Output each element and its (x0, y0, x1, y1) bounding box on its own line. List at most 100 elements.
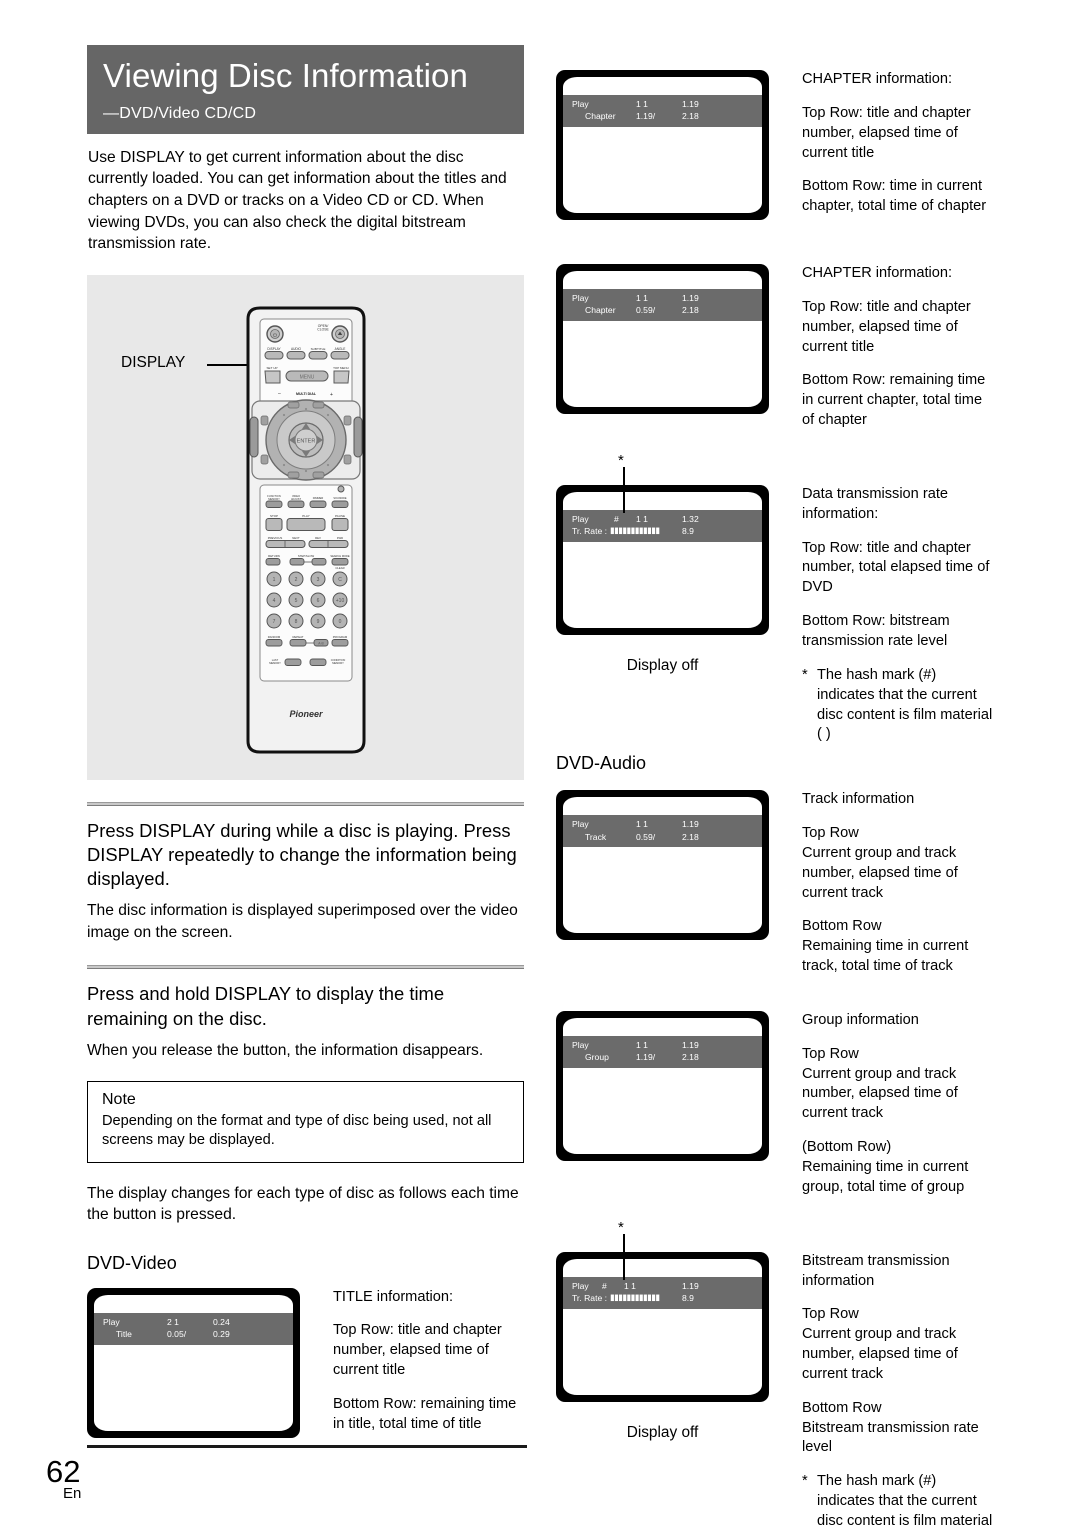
tv-screen-inner: Play 1 1 1.19 Chapter 1.19/ 2.18 (563, 77, 762, 213)
svg-text:MULTI DIAL: MULTI DIAL (296, 392, 317, 396)
follows-paragraph: The display changes for each type of dis… (87, 1184, 519, 1224)
svg-text:DIMMER: DIMMER (313, 496, 324, 500)
svg-text:SEARCH MODE: SEARCH MODE (330, 554, 350, 558)
footnote-asterisk: * (802, 1473, 808, 1490)
right-column: Play 1 1 1.19 Chapter 1.19/ 2.18 CHAPTER… (556, 70, 996, 1526)
osd-overlay: Play 1 1 1.19 Chapter 0.59/ 2.18 (563, 289, 762, 321)
svg-text:8: 8 (295, 619, 298, 625)
osd-time: 1.19 (682, 293, 699, 303)
osd-row-label: Tr. Rate : (572, 526, 608, 537)
caption-line: Bottom Row: remaining time in title, tot… (333, 1396, 517, 1432)
note-text: Depending on the format and type of disc… (102, 1112, 492, 1149)
display-callout-label: DISPLAY (121, 353, 186, 371)
osd-row-value1: 0.59/ (636, 831, 656, 842)
right-screen-row-0: Play 1 1 1.19 Chapter 1.19/ 2.18 CHAPTER… (556, 70, 996, 220)
caption-line: Top Row: title and chapter number, total… (802, 539, 990, 596)
osd-top-row: Play 1 1 1.19 (563, 1039, 762, 1051)
tv-screen: Play 1 1 1.19 Chapter 1.19/ 2.18 (556, 70, 769, 220)
caption-line: TITLE information: (333, 1288, 454, 1305)
osd-numbers: 1 1 (636, 819, 648, 830)
svg-text:RETURN: RETURN (268, 554, 280, 558)
bitrate-bar-meter: ▮▮▮▮▮▮▮▮▮▮▮▮ (610, 1293, 660, 1304)
page-title-band: Viewing Disc Information —DVD/Video CD/C… (87, 45, 524, 134)
svg-text:+10: +10 (336, 598, 345, 604)
screen-caption: Group information Top Row Current group … (769, 1011, 996, 1198)
caption-line: Top Row: title and chapter number, elaps… (802, 104, 971, 161)
screen-caption: Bitstream transmission information Top R… (769, 1222, 996, 1526)
osd-row-value1: 0.59/ (636, 305, 656, 316)
page-title: Viewing Disc Information (103, 57, 468, 94)
caption-line: Bottom Row Remaining time in current tra… (802, 918, 969, 975)
osd-hash-mark: # (602, 1280, 607, 1291)
svg-text:MENU: MENU (300, 374, 315, 380)
osd-overlay: Play 1 1 1.19 Group 1.19/ 2.18 (563, 1035, 762, 1068)
osd-bottom-row: Track 0.59/ 2.18 (563, 831, 762, 843)
dvd-audio-screen-row-2: * Play # 1 1 1.19 Tr. Rate: ▮▮▮▮▮▮▮▮▮▮▮… (556, 1218, 996, 1526)
caption-line: Track information (802, 791, 915, 808)
svg-text:5: 5 (295, 598, 298, 604)
remote-illustration: ⏻ OPEN/ CLOSE DISPLAY AUDIO SUBTITLE ANG… (246, 306, 366, 754)
osd-row-value2: 2.18 (682, 831, 699, 842)
footer-rule (87, 1445, 527, 1448)
osd-numbers: 1 1 (624, 1280, 636, 1291)
svg-text:4: 4 (273, 598, 276, 604)
section-divider-2 (87, 965, 524, 970)
caption-line: Bottom Row Bitstream transmission rate l… (802, 1399, 979, 1456)
asterisk-leader-line (623, 466, 625, 513)
osd-mode: Play (572, 819, 589, 830)
caption-line: Top Row Current group and track number, … (802, 1306, 958, 1382)
osd-mode: Play (572, 513, 589, 524)
svg-text:FWD: FWD (337, 536, 343, 540)
svg-text:PREVIOUS: PREVIOUS (268, 536, 283, 540)
remote-control-figure: DISPLAY ⏻ OPEN/ CLOSE DISPLAY AUDIO SUBT… (87, 274, 524, 780)
osd-mode: Play (572, 1280, 589, 1291)
svg-text:⏻: ⏻ (273, 333, 277, 339)
page-subtitle: —DVD/Video CD/CD (103, 104, 257, 122)
svg-text:MEMORY: MEMORY (268, 497, 280, 501)
intro-paragraph: Use DISPLAY to get current information a… (88, 148, 507, 253)
svg-text:SET UP: SET UP (266, 366, 277, 370)
asterisk-leader-line (623, 1233, 625, 1280)
svg-text:1: 1 (273, 577, 276, 583)
osd-overlay: Play 1 1 1.19 Track 0.59/ 2.18 (563, 815, 762, 848)
dvd-audio-screen-row-0: Play 1 1 1.19 Track 0.59/ 2.18 Track inf… (556, 790, 996, 977)
svg-text:PROGRAM: PROGRAM (333, 635, 348, 639)
screen-caption: CHAPTER information: Top Row: title and … (769, 264, 996, 431)
left-column: Viewing Disc Information —DVD/Video CD/C… (87, 45, 524, 1438)
footnote-marker-group: * (556, 1218, 769, 1280)
osd-overlay: Play 2 1 0.24 Title 0.05/ 0.29 (94, 1312, 293, 1345)
svg-text:DISPLAY: DISPLAY (267, 347, 281, 351)
footnote-asterisk: * (802, 666, 808, 683)
section-divider-1 (87, 801, 524, 806)
svg-text:STOP: STOP (270, 514, 278, 518)
osd-bottom-row: Tr. Rate : ▮▮▮▮▮▮▮▮▮▮▮▮ 8.9 (563, 1292, 762, 1304)
note-box: Note Depending on the format and type of… (87, 1080, 524, 1163)
osd-time: 1.19 (682, 1039, 699, 1050)
osd-time: 1.32 (682, 513, 699, 524)
svg-text:ANGLE: ANGLE (335, 347, 346, 351)
osd-numbers: 1 1 (636, 99, 648, 109)
osd-time: 1.19 (682, 99, 699, 109)
osd-row-value2: 2.18 (682, 305, 699, 316)
tv-screen-inner: Play 1 1 1.19 Group 1.19/ 2.18 (563, 1017, 762, 1154)
dvd-audio-label: DVD-Audio (556, 753, 647, 774)
osd-row-value1: 0.05/ (167, 1329, 187, 1340)
osd-numbers: 2 1 (167, 1316, 179, 1327)
osd-row-value2: 8.9 (682, 526, 694, 537)
svg-text:MEMORY: MEMORY (332, 661, 344, 665)
caption-line: CHAPTER information: (802, 71, 953, 87)
osd-row-value2: 2.18 (682, 111, 699, 122)
svg-text:NEXT: NEXT (292, 536, 300, 540)
svg-text:0: 0 (339, 619, 342, 625)
asterisk-marker: * (618, 1218, 624, 1236)
screen-caption: Track information Top Row Current group … (769, 790, 996, 977)
svg-text:7: 7 (273, 619, 276, 625)
osd-numbers: 1 1 (636, 293, 648, 303)
osd-bottom-row: Chapter 0.59/ 2.18 (563, 304, 762, 316)
osd-mode: Play (572, 99, 589, 109)
caption-line: Bitstream transmission information (802, 1252, 950, 1289)
tv-screen-inner: Play 2 1 0.24 Title 0.05/ 0.29 (94, 1294, 293, 1431)
caption-line: Top Row Current group and track number, … (802, 825, 958, 901)
svg-text:6: 6 (317, 598, 320, 604)
step2-body: When you release the button, the informa… (87, 1041, 484, 1059)
